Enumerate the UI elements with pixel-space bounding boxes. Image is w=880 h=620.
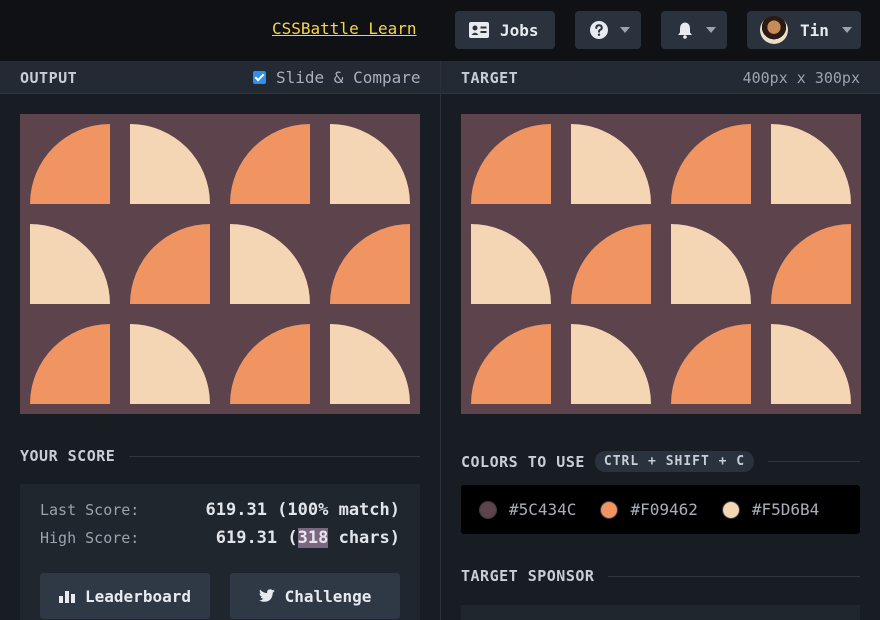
color-swatch[interactable]: #F09462: [600, 500, 698, 519]
leaderboard-button[interactable]: Leaderboard: [40, 573, 210, 619]
divider: [768, 461, 860, 462]
chevron-down-icon: [841, 27, 852, 33]
target-title: TARGET: [461, 69, 519, 87]
slide-compare-toggle[interactable]: Slide & Compare: [253, 68, 421, 87]
output-title: OUTPUT: [20, 69, 78, 87]
sponsor-title: TARGET SPONSOR: [461, 567, 595, 585]
divider: [129, 455, 420, 457]
challenge-label: Challenge: [284, 586, 372, 606]
color-swatch[interactable]: #F5D6B4: [721, 500, 820, 519]
color-hex: #F09462: [630, 500, 698, 519]
cssbattle-learn-link[interactable]: CSSBattle Learn: [272, 19, 417, 38]
last-score-label: Last Score:: [40, 501, 140, 519]
quarter-circle-shape: [471, 224, 551, 304]
twitter-icon: [258, 589, 275, 602]
user-name: Tin: [800, 20, 829, 40]
high-score-suffix: chars): [328, 528, 400, 548]
sponsor-section-title: TARGET SPONSOR: [461, 567, 860, 585]
quarter-circle-shape: [671, 324, 751, 404]
your-score-title: YOUR SCORE: [20, 447, 116, 465]
quarter-circle-shape: [230, 324, 310, 404]
color-dot: [479, 500, 497, 519]
panel-divider[interactable]: [440, 61, 441, 620]
notifications-button[interactable]: [661, 11, 727, 49]
quarter-circle-shape: [471, 124, 551, 204]
quarter-circle-shape: [330, 324, 410, 404]
target-canvas: [461, 114, 861, 414]
slide-compare-checkbox[interactable]: [253, 71, 266, 84]
color-dot: [600, 500, 619, 519]
colors-panel: #5C434C #F09462 #F5D6B4: [461, 485, 860, 534]
quarter-circle-shape: [130, 224, 210, 304]
quarter-circle-shape: [671, 124, 751, 204]
colors-title: COLORS TO USE: [461, 452, 585, 471]
target-dimensions: 400px x 300px: [742, 69, 860, 87]
help-icon: [590, 21, 608, 39]
color-hex: #5C434C: [509, 500, 577, 519]
quarter-circle-shape: [130, 124, 210, 204]
jobs-button[interactable]: Jobs: [455, 11, 555, 49]
slide-compare-label: Slide & Compare: [276, 68, 421, 87]
quarter-circle-shape: [130, 324, 210, 404]
bar-chart-icon: [59, 591, 76, 603]
target-header: TARGET 400px x 300px: [441, 61, 880, 94]
leaderboard-label: Leaderboard: [85, 586, 191, 606]
quarter-circle-shape: [30, 124, 110, 204]
high-score-prefix: 619.31 (: [215, 528, 298, 548]
quarter-circle-shape: [330, 224, 410, 304]
output-canvas[interactable]: [20, 114, 420, 414]
high-score-row: High Score: 619.31 (318 chars): [40, 528, 400, 548]
sponsor-panel[interactable]: [461, 605, 860, 620]
chevron-down-icon: [706, 27, 716, 33]
last-score-row: Last Score: 619.31 (100% match): [40, 500, 400, 520]
score-panel: Last Score: 619.31 (100% match) High Sco…: [20, 484, 420, 620]
color-hex: #F5D6B4: [751, 500, 820, 519]
quarter-circle-shape: [571, 124, 651, 204]
high-score-value: 619.31 (318 chars): [216, 528, 400, 548]
quarter-circle-shape: [771, 324, 851, 404]
color-swatch[interactable]: #5C434C: [479, 500, 576, 519]
output-header: OUTPUT Slide & Compare: [0, 61, 440, 94]
last-score-value: 619.31 (100% match): [205, 500, 400, 520]
help-menu-button[interactable]: [575, 11, 641, 49]
quarter-circle-shape: [471, 324, 551, 404]
quarter-circle-shape: [230, 224, 310, 304]
quarter-circle-shape: [330, 124, 410, 204]
color-dot: [721, 500, 740, 519]
high-score-label: High Score:: [40, 529, 140, 547]
your-score-section-title: YOUR SCORE: [20, 447, 420, 465]
colors-section-title: COLORS TO USE CTRL + SHIFT + C: [461, 451, 860, 472]
quarter-circle-shape: [671, 224, 751, 304]
jobs-label: Jobs: [500, 20, 539, 40]
jobs-card-icon: [469, 22, 489, 38]
user-menu-button[interactable]: Tin: [747, 11, 861, 49]
high-score-chars: 318: [297, 528, 329, 548]
divider: [608, 575, 860, 577]
quarter-circle-shape: [571, 324, 651, 404]
quarter-circle-shape: [771, 224, 851, 304]
quarter-circle-shape: [30, 224, 110, 304]
quarter-circle-shape: [771, 124, 851, 204]
quarter-circle-shape: [30, 324, 110, 404]
top-bar: CSSBattle Learn Jobs Tin: [0, 0, 880, 61]
avatar: [760, 16, 788, 44]
challenge-button[interactable]: Challenge: [230, 573, 400, 619]
copy-colors-shortcut: CTRL + SHIFT + C: [594, 451, 755, 472]
quarter-circle-shape: [230, 124, 310, 204]
quarter-circle-shape: [571, 224, 651, 304]
chevron-down-icon: [620, 27, 630, 33]
bell-icon: [678, 22, 692, 39]
